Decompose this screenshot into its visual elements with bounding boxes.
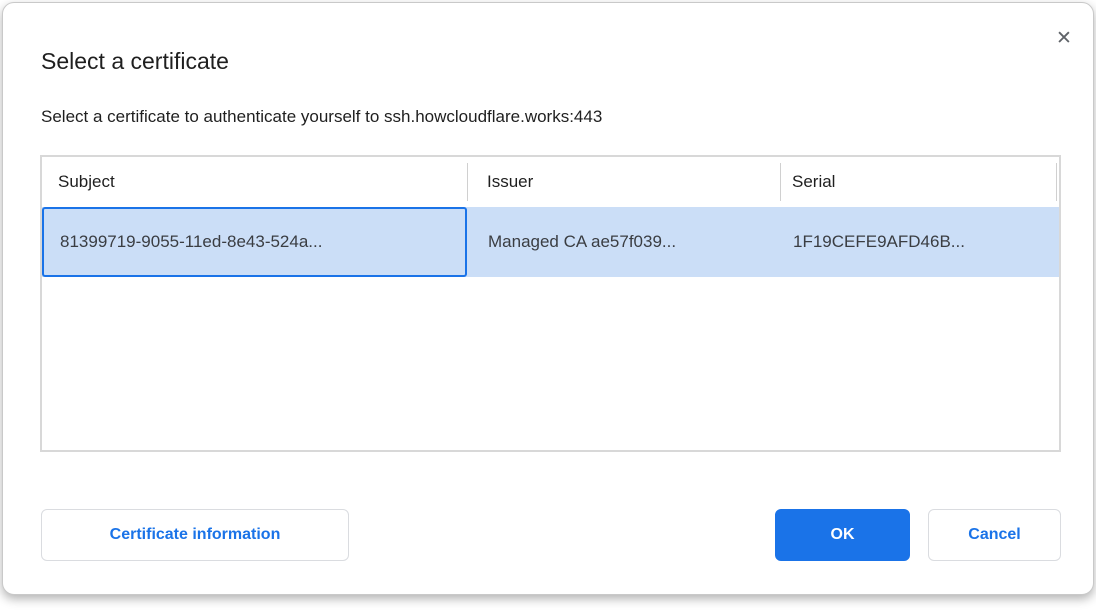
certificate-information-button[interactable]: Certificate information [41, 509, 349, 561]
certificate-serial-cell: 1F19CEFE9AFD46B... [780, 207, 1059, 277]
column-header-gutter [1056, 157, 1059, 207]
certificate-subject-cell: 81399719-9055-11ed-8e43-524a... [42, 207, 467, 277]
dialog-title: Select a certificate [41, 48, 229, 75]
certificate-issuer-cell: Managed CA ae57f039... [467, 207, 780, 277]
certificate-row-selected[interactable]: 81399719-9055-11ed-8e43-524a... Managed … [42, 207, 1059, 277]
column-header-subject: Subject [42, 157, 467, 207]
ok-button[interactable]: OK [775, 509, 910, 561]
dialog-subtitle: Select a certificate to authenticate you… [41, 107, 602, 127]
certificate-table-header: Subject Issuer Serial [42, 157, 1059, 207]
certificate-select-dialog: ✕ Select a certificate Select a certific… [2, 2, 1094, 595]
certificate-table: Subject Issuer Serial 81399719-9055-11ed… [40, 155, 1061, 452]
close-icon[interactable]: ✕ [1049, 23, 1079, 53]
cancel-button[interactable]: Cancel [928, 509, 1061, 561]
column-header-issuer: Issuer [467, 157, 780, 207]
column-header-serial: Serial [780, 157, 1056, 207]
